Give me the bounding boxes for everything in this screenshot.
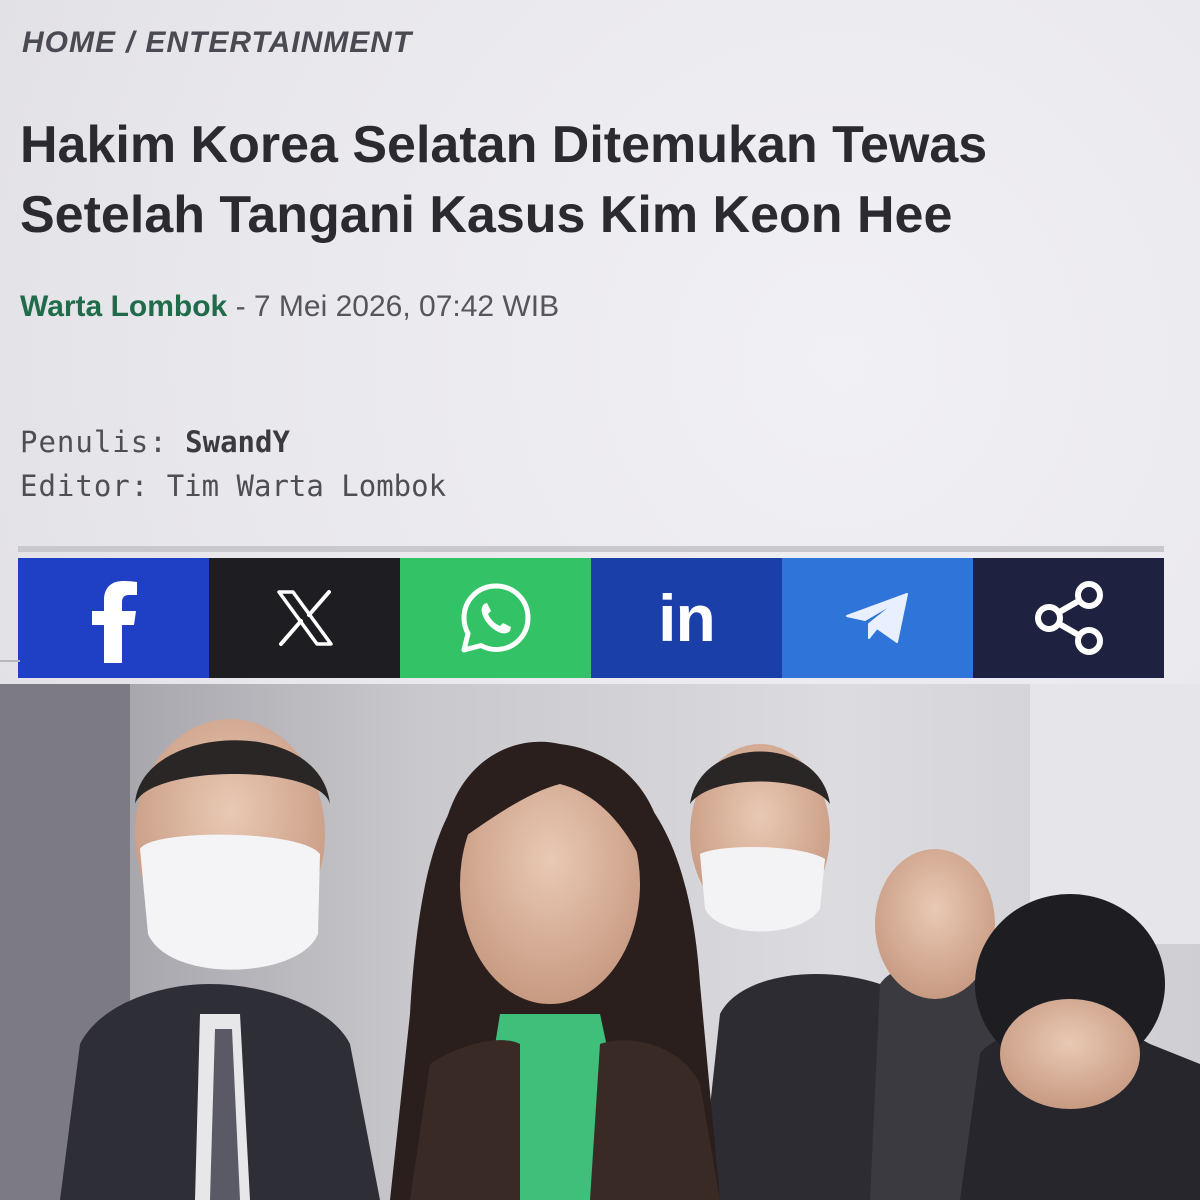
article-byline: Warta Lombok - 7 Mei 2026, 07:42 WIB <box>20 290 559 324</box>
date-separator: - <box>227 290 254 323</box>
telegram-icon <box>845 593 908 643</box>
share-more-button[interactable] <box>973 558 1164 678</box>
hero-image[interactable] <box>0 684 1200 1200</box>
article-credits: Penulis: SwandY Editor: Tim Warta Lombok <box>20 420 446 508</box>
publisher-link[interactable]: Warta Lombok <box>20 290 227 323</box>
whatsapp-icon <box>461 583 530 653</box>
facebook-icon <box>91 581 137 663</box>
writer-row: Penulis: SwandY <box>20 420 446 464</box>
share-bar: in <box>18 558 1164 678</box>
writer-label: Penulis: <box>20 425 168 459</box>
breadcrumb-home-link[interactable]: HOME <box>22 26 116 60</box>
article-title: Hakim Korea Selatan Ditemukan Tewas Sete… <box>20 110 1120 250</box>
article-title-line-2: Setelah Tangani Kasus Kim Keon Hee <box>20 186 953 244</box>
share-bar-divider <box>18 546 1164 552</box>
editor-row: Editor: Tim Warta Lombok <box>20 464 446 508</box>
share-whatsapp-button[interactable] <box>400 558 591 678</box>
share-telegram-button[interactable] <box>782 558 973 678</box>
breadcrumb-separator: / <box>126 26 136 59</box>
x-icon <box>276 590 333 646</box>
hero-photo-illustration <box>0 684 1200 1200</box>
linkedin-icon: in <box>658 581 716 655</box>
editor-label: Editor: <box>20 469 150 503</box>
share-x-button[interactable] <box>209 558 400 678</box>
writer-name: SwandY <box>185 425 290 459</box>
publish-datetime: 7 Mei 2026, 07:42 WIB <box>253 290 560 323</box>
share-facebook-button[interactable] <box>18 558 209 678</box>
share-icon <box>1034 581 1103 655</box>
breadcrumb: HOME / ENTERTAINMENT <box>22 26 412 60</box>
share-linkedin-button[interactable]: in <box>591 558 782 678</box>
article-title-line-1: Hakim Korea Selatan Ditemukan Tewas <box>20 116 988 174</box>
breadcrumb-category-link[interactable]: ENTERTAINMENT <box>145 26 412 60</box>
editor-name: Tim Warta Lombok <box>166 469 447 503</box>
content-rule <box>0 660 20 662</box>
